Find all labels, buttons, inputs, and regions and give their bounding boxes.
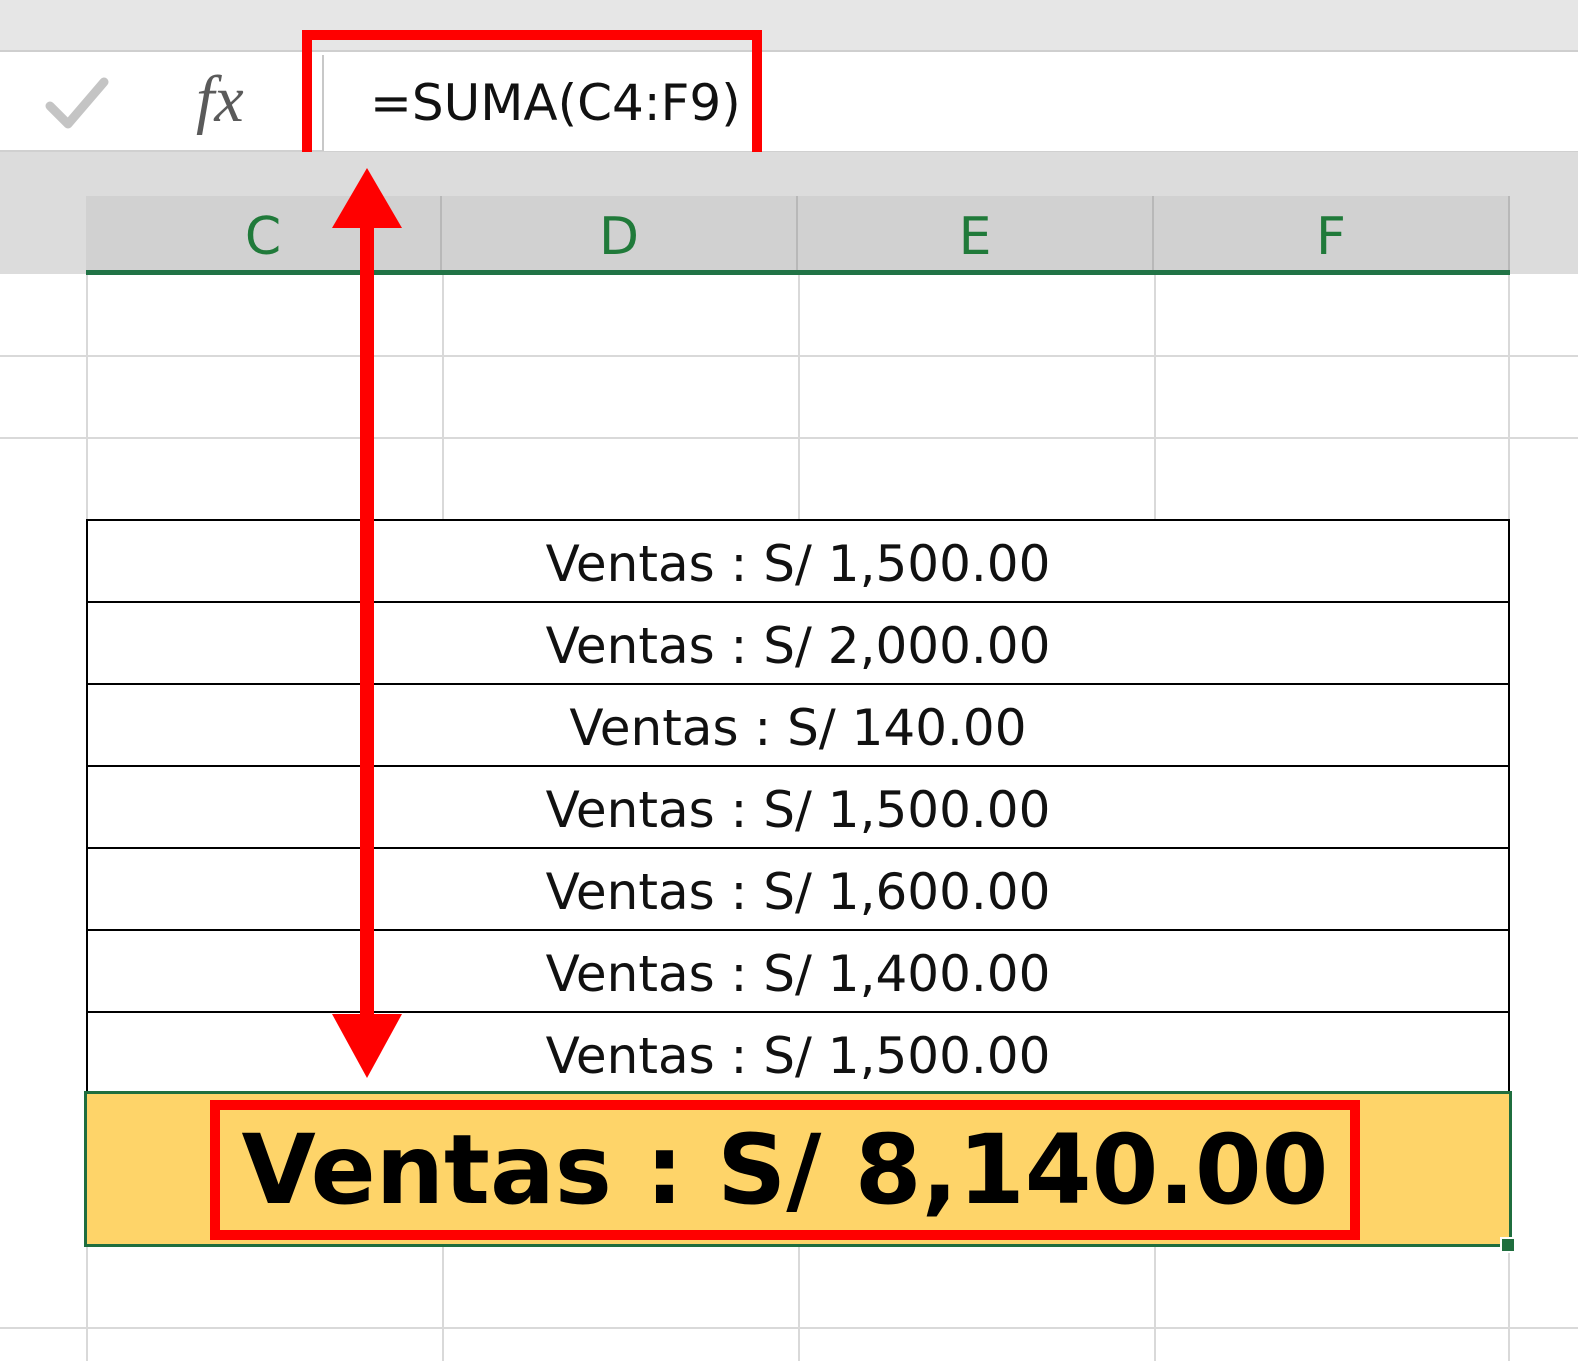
grid-line — [0, 1327, 1578, 1329]
total-highlight-box — [210, 1100, 1360, 1240]
table-row[interactable]: Ventas : S/ 1,500.00 — [86, 765, 1510, 847]
column-header-f[interactable]: F — [1154, 196, 1510, 274]
table-row[interactable]: Ventas : S/ 2,000.00 — [86, 601, 1510, 683]
table-row[interactable]: Ventas : S/ 1,400.00 — [86, 929, 1510, 1011]
table-row[interactable]: Ventas : S/ 1,600.00 — [86, 847, 1510, 929]
column-header-e[interactable]: E — [798, 196, 1154, 274]
ribbon-strip — [0, 0, 1578, 52]
table-row[interactable]: Ventas : S/ 140.00 — [86, 683, 1510, 765]
formula-highlight-box — [302, 30, 762, 167]
double-arrow-icon — [332, 168, 402, 1078]
column-header-d[interactable]: D — [442, 196, 798, 274]
fill-handle[interactable] — [1500, 1237, 1516, 1253]
grid-line — [0, 355, 1578, 357]
sales-table: Ventas : S/ 1,500.00 Ventas : S/ 2,000.0… — [86, 519, 1510, 1093]
table-row[interactable]: Ventas : S/ 1,500.00 — [86, 519, 1510, 601]
fx-icon[interactable]: fx — [196, 60, 244, 140]
table-row[interactable]: Ventas : S/ 1,500.00 — [86, 1011, 1510, 1093]
check-icon[interactable] — [44, 70, 110, 136]
grid-line — [0, 437, 1578, 439]
